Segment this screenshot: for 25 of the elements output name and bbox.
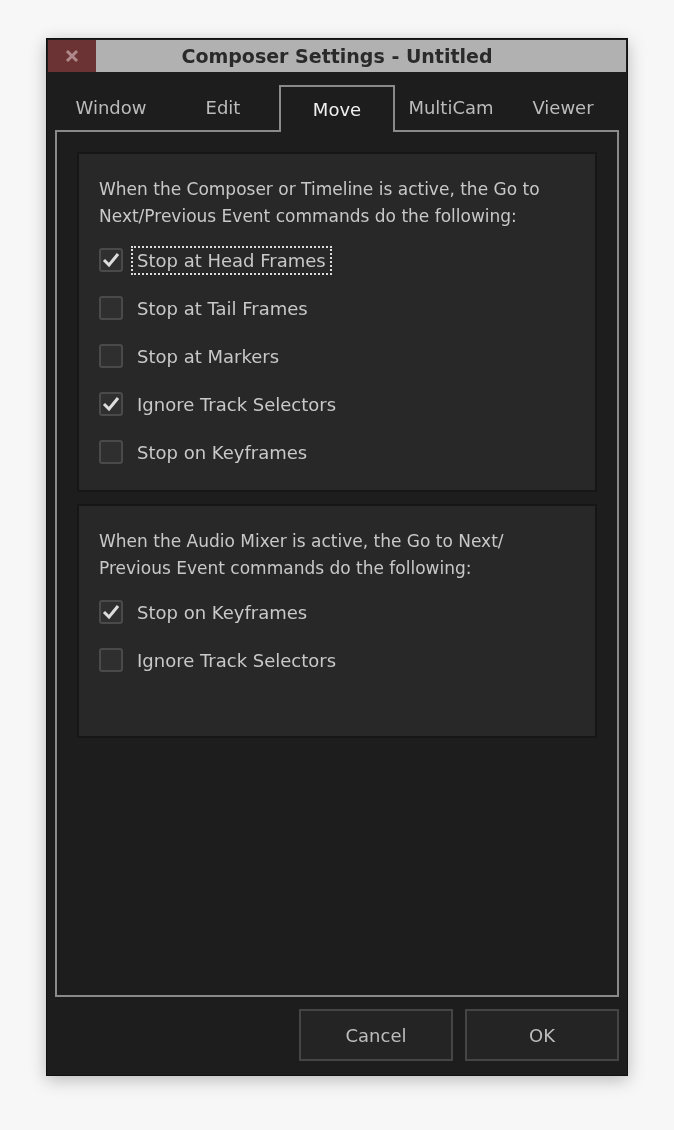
- close-button[interactable]: [48, 40, 96, 72]
- checkbox-label[interactable]: Stop at Head Frames: [131, 245, 332, 275]
- checkbox-label[interactable]: Stop on Keyframes: [131, 597, 314, 627]
- checkbox[interactable]: [99, 248, 123, 272]
- checkbox[interactable]: [99, 344, 123, 368]
- check-icon: [102, 396, 120, 412]
- checkbox[interactable]: [99, 600, 123, 624]
- checkbox-label[interactable]: Ignore Track Selectors: [131, 389, 343, 419]
- check-icon: [102, 604, 120, 620]
- window-title: Composer Settings - Untitled: [180, 44, 494, 69]
- dialog-button[interactable]: Cancel: [299, 1009, 453, 1061]
- close-icon: [64, 48, 80, 64]
- group-description: When the Audio Mixer is active, the Go to Next/ Previous Event commands do the following:: [99, 530, 505, 580]
- checkbox-label[interactable]: Stop at Markers: [131, 341, 286, 371]
- dialog-button[interactable]: OK: [465, 1009, 619, 1061]
- checkbox[interactable]: [99, 440, 123, 464]
- checkbox-label[interactable]: Stop at Tail Frames: [131, 293, 314, 323]
- checkbox[interactable]: [99, 648, 123, 672]
- checkbox[interactable]: [99, 392, 123, 416]
- group-description: When the Composer or Timeline is active, the Go to Next/Previous Event commands do the following:: [99, 178, 541, 228]
- check-icon: [102, 252, 120, 268]
- checkbox-label[interactable]: Ignore Track Selectors: [131, 645, 343, 675]
- checkbox[interactable]: [99, 296, 123, 320]
- checkbox-label[interactable]: Stop on Keyframes: [131, 437, 314, 467]
- tab[interactable]: Move: [279, 85, 395, 132]
